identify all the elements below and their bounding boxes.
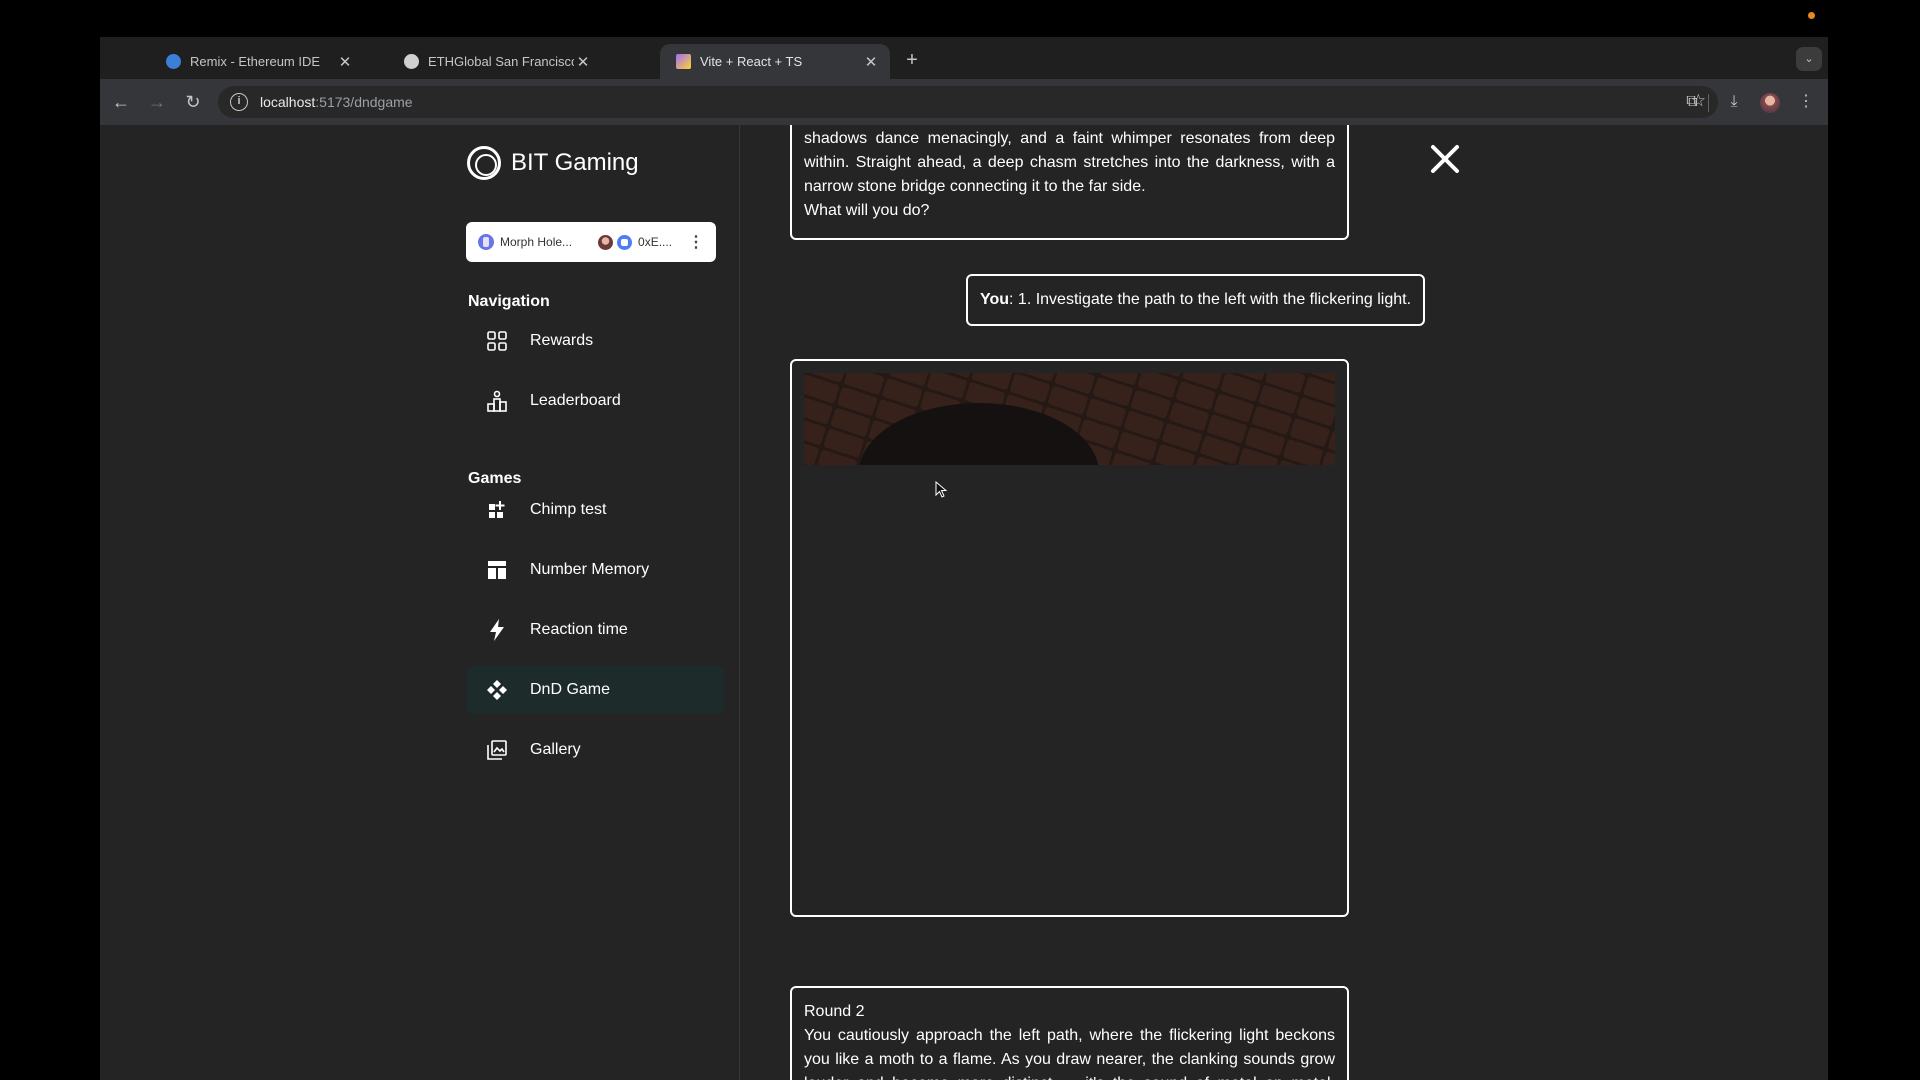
menu-icon[interactable]: ⋮ bbox=[1794, 90, 1818, 114]
sidebar-item-label: Chimp test bbox=[530, 501, 607, 518]
logo-icon bbox=[467, 146, 501, 180]
vite-icon bbox=[676, 54, 691, 69]
chain-name[interactable]: Morph Hole... bbox=[500, 235, 572, 249]
url-text: localhost:5173/dndgame bbox=[260, 94, 413, 110]
url-host: localhost bbox=[260, 94, 316, 110]
close-icon[interactable]: ✕ bbox=[574, 53, 592, 71]
toolbar: ← → ↻ i localhost:5173/dndgame ☆ ⧉ ⤓ ⋮ bbox=[100, 79, 1828, 125]
tab-title: ETHGlobal San Francisco bbox=[428, 54, 574, 69]
tab-remix[interactable]: Remix - Ethereum IDE ✕ bbox=[150, 44, 364, 79]
more-options-icon[interactable]: ⋮ bbox=[688, 232, 704, 252]
wallet-connect-widget[interactable]: Morph Hole... 0xE.... ⋮ bbox=[466, 222, 716, 262]
sidebar-item-label: Leaderboard bbox=[530, 392, 621, 409]
back-icon[interactable]: ← bbox=[108, 89, 134, 115]
extensions-icon[interactable]: ⧉ bbox=[1680, 90, 1704, 114]
gallery-icon bbox=[485, 738, 509, 762]
cursor-icon bbox=[935, 481, 947, 498]
forward-icon[interactable]: → bbox=[144, 89, 170, 115]
account-address[interactable]: 0xE.... bbox=[638, 235, 672, 249]
sidebar-item-rewards[interactable]: Rewards bbox=[466, 317, 724, 365]
ethglobal-icon bbox=[404, 54, 419, 69]
sidebar-item-gallery[interactable]: Gallery bbox=[466, 726, 724, 774]
remix-icon bbox=[166, 54, 181, 69]
round-title: Round 2 bbox=[804, 1003, 865, 1020]
site-info-icon[interactable]: i bbox=[230, 93, 248, 111]
page: BIT Gaming Morph Hole... 0xE.... ⋮ Navig… bbox=[100, 125, 1828, 1080]
sidebar-item-label: Number Memory bbox=[530, 561, 650, 578]
wallet-icon bbox=[617, 234, 633, 250]
grid-icon bbox=[485, 329, 509, 353]
url-path: :5173/dndgame bbox=[315, 94, 413, 110]
user-label: You bbox=[980, 291, 1010, 308]
dungeon-scene-image[interactable] bbox=[804, 373, 1335, 465]
new-tab-button[interactable]: + bbox=[900, 49, 924, 73]
sidebar-item-chimp-test[interactable]: Chimp test bbox=[466, 486, 724, 534]
brand-name: BIT Gaming bbox=[511, 149, 639, 176]
sidebar-item-dnd-game[interactable]: DnD Game bbox=[466, 666, 724, 714]
browser-window: Remix - Ethereum IDE ✕ ETHGlobal San Fra… bbox=[100, 37, 1828, 1080]
sidebar-item-label: Rewards bbox=[530, 332, 594, 349]
screen: Remix - Ethereum IDE ✕ ETHGlobal San Fra… bbox=[0, 0, 1920, 1080]
layout-icon bbox=[485, 558, 509, 582]
podium-icon bbox=[485, 389, 509, 413]
account-avatar bbox=[598, 234, 614, 250]
chain-icon bbox=[478, 234, 494, 250]
sidebar-item-label: Gallery bbox=[530, 741, 581, 758]
story-cutoff-line bbox=[804, 125, 1335, 141]
tab-title: Vite + React + TS bbox=[700, 54, 803, 69]
close-icon[interactable]: ✕ bbox=[862, 53, 880, 71]
tab-ethglobal[interactable]: ETHGlobal San Francisco ✕ bbox=[388, 44, 602, 79]
grid-plus-icon bbox=[485, 498, 509, 522]
story-prompt: What will you do? bbox=[804, 202, 930, 219]
navigation-title: Navigation bbox=[468, 293, 550, 310]
sidebar-item-number-memory[interactable]: Number Memory bbox=[466, 546, 724, 594]
chevron-down-icon[interactable]: ⌄ bbox=[1796, 47, 1822, 71]
tab-strip: Remix - Ethereum IDE ✕ ETHGlobal San Fra… bbox=[100, 37, 1828, 79]
close-icon[interactable] bbox=[1429, 143, 1461, 175]
tab-title: Remix - Ethereum IDE bbox=[190, 54, 321, 69]
toolbar-divider bbox=[1708, 94, 1709, 112]
user-message-text: : 1. Investigate the path to the left wi… bbox=[1009, 291, 1412, 308]
bolt-icon bbox=[485, 618, 509, 642]
download-icon[interactable]: ⤓ bbox=[1722, 90, 1746, 114]
story-image-card bbox=[790, 359, 1349, 917]
round-message: Round 2 You cautiously approach the left… bbox=[790, 986, 1349, 1080]
profile-avatar[interactable] bbox=[1760, 93, 1780, 113]
story-message: shadows dance menacingly, and a faint wh… bbox=[790, 125, 1349, 240]
sidebar-item-label: DnD Game bbox=[530, 681, 611, 698]
round-text: You cautiously approach the left path, w… bbox=[804, 1027, 1335, 1080]
sidebar: BIT Gaming Morph Hole... 0xE.... ⋮ Navig… bbox=[100, 125, 740, 1080]
close-icon[interactable]: ✕ bbox=[336, 53, 354, 71]
sidebar-item-reaction-time[interactable]: Reaction time bbox=[466, 606, 724, 654]
user-message: You: 1. Investigate the path to the left… bbox=[966, 274, 1426, 326]
sidebar-item-label: Reaction time bbox=[530, 621, 628, 638]
sidebar-item-leaderboard[interactable]: Leaderboard bbox=[466, 377, 724, 425]
tab-vite[interactable]: Vite + React + TS ✕ bbox=[660, 44, 890, 79]
brand[interactable]: BIT Gaming bbox=[467, 146, 639, 180]
dpad-icon bbox=[485, 678, 509, 702]
recording-indicator bbox=[1808, 12, 1815, 19]
reload-icon[interactable]: ↻ bbox=[180, 89, 206, 115]
address-bar[interactable]: i localhost:5173/dndgame ☆ bbox=[218, 86, 1718, 118]
